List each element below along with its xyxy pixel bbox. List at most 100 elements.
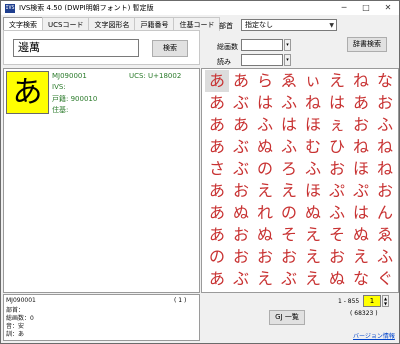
glyph-cell[interactable]: ぬ bbox=[349, 224, 373, 246]
glyph-cell[interactable]: ひ bbox=[325, 136, 349, 158]
strokes-spin-icon[interactable]: ▾ bbox=[284, 39, 291, 51]
glyph-cell[interactable]: の bbox=[205, 246, 229, 268]
glyph-cell[interactable]: さ bbox=[205, 158, 229, 180]
glyph-cell[interactable]: え bbox=[325, 70, 349, 92]
glyph-cell[interactable]: ぬ bbox=[301, 202, 325, 224]
glyph-cell[interactable]: お bbox=[277, 246, 301, 268]
glyph-cell[interactable]: ふ bbox=[301, 158, 325, 180]
glyph-cell[interactable]: な bbox=[349, 268, 373, 290]
glyph-cell[interactable]: ぶ bbox=[229, 92, 253, 114]
glyph-cell[interactable]: あ bbox=[205, 136, 229, 158]
glyph-cell[interactable]: お bbox=[229, 246, 253, 268]
glyph-cell[interactable]: あ bbox=[205, 70, 229, 92]
version-info-link[interactable]: バージョン情報 bbox=[353, 331, 395, 340]
strokes-input[interactable] bbox=[241, 39, 283, 51]
glyph-cell[interactable]: ね bbox=[373, 136, 397, 158]
glyph-cell[interactable]: お bbox=[349, 114, 373, 136]
glyph-cell[interactable]: ぷ bbox=[325, 180, 349, 202]
close-button[interactable]: ✕ bbox=[377, 1, 399, 15]
glyph-cell[interactable]: ぬ bbox=[253, 224, 277, 246]
glyph-cell[interactable]: ほ bbox=[301, 180, 325, 202]
glyph-cell[interactable]: そ bbox=[277, 224, 301, 246]
glyph-cell[interactable]: ぶ bbox=[229, 268, 253, 290]
glyph-cell[interactable]: ろ bbox=[277, 158, 301, 180]
glyph-cell[interactable]: ゑ bbox=[277, 70, 301, 92]
glyph-cell[interactable]: お bbox=[229, 180, 253, 202]
page-spin-icon[interactable]: ▲ ▼ bbox=[382, 295, 389, 307]
glyph-cell[interactable]: あ bbox=[205, 202, 229, 224]
glyph-cell[interactable]: ね bbox=[373, 158, 397, 180]
glyph-cell[interactable]: ね bbox=[349, 70, 373, 92]
glyph-cell[interactable]: は bbox=[277, 114, 301, 136]
reading-input[interactable] bbox=[241, 54, 283, 66]
glyph-cell[interactable]: あ bbox=[205, 92, 229, 114]
glyph-cell[interactable]: は bbox=[253, 92, 277, 114]
glyph-cell[interactable]: え bbox=[277, 180, 301, 202]
glyph-cell[interactable]: ね bbox=[301, 92, 325, 114]
glyph-cell[interactable]: ぃ bbox=[301, 70, 325, 92]
search-button[interactable]: 検索 bbox=[152, 40, 188, 57]
glyph-cell[interactable]: お bbox=[325, 158, 349, 180]
glyph-cell[interactable]: ほ bbox=[349, 158, 373, 180]
reading-spin-icon[interactable]: ▾ bbox=[284, 54, 291, 66]
tab-glyph-name[interactable]: 文字図形名 bbox=[88, 17, 136, 31]
glyph-cell[interactable]: ふ bbox=[373, 246, 397, 268]
glyph-cell[interactable]: ふ bbox=[325, 202, 349, 224]
glyph-cell[interactable]: ぬ bbox=[325, 268, 349, 290]
glyph-cell[interactable]: あ bbox=[229, 70, 253, 92]
glyph-cell[interactable]: ぇ bbox=[325, 114, 349, 136]
radical-select[interactable]: 指定なし ▼ bbox=[241, 19, 337, 31]
glyph-cell[interactable]: む bbox=[301, 136, 325, 158]
search-input[interactable]: 邊萬 bbox=[13, 39, 139, 57]
glyph-cell[interactable]: ぷ bbox=[349, 180, 373, 202]
glyph-cell[interactable]: ね bbox=[349, 136, 373, 158]
glyph-cell[interactable]: あ bbox=[229, 114, 253, 136]
glyph-cell[interactable]: の bbox=[277, 202, 301, 224]
glyph-cell[interactable]: あ bbox=[349, 92, 373, 114]
glyph-cell[interactable]: お bbox=[253, 246, 277, 268]
gj-list-button[interactable]: GJ 一覧 bbox=[269, 310, 305, 325]
glyph-cell[interactable]: え bbox=[349, 246, 373, 268]
glyph-cell[interactable]: ゑ bbox=[373, 224, 397, 246]
glyph-cell[interactable]: あ bbox=[205, 268, 229, 290]
glyph-cell[interactable]: ぶ bbox=[229, 136, 253, 158]
glyph-cell[interactable]: は bbox=[325, 92, 349, 114]
glyph-cell[interactable]: ぶ bbox=[229, 158, 253, 180]
dictionary-search-button[interactable]: 辞書検索 bbox=[347, 37, 387, 52]
glyph-cell[interactable]: あ bbox=[205, 114, 229, 136]
minimize-button[interactable]: ─ bbox=[333, 1, 355, 15]
tab-juki-code[interactable]: 住基コード bbox=[173, 17, 221, 31]
tab-ucs-code[interactable]: UCSコード bbox=[42, 17, 90, 31]
glyph-cell[interactable]: ぬ bbox=[229, 202, 253, 224]
glyph-cell[interactable]: ぐ bbox=[373, 268, 397, 290]
glyph-cell[interactable]: ん bbox=[373, 202, 397, 224]
glyph-cell[interactable]: え bbox=[253, 268, 277, 290]
glyph-cell[interactable]: ふ bbox=[373, 114, 397, 136]
glyph-cell[interactable]: お bbox=[373, 92, 397, 114]
glyph-cell[interactable]: あ bbox=[205, 180, 229, 202]
glyph-cell[interactable]: は bbox=[349, 202, 373, 224]
glyph-cell[interactable]: な bbox=[373, 70, 397, 92]
glyph-cell[interactable]: え bbox=[301, 224, 325, 246]
glyph-cell[interactable]: お bbox=[325, 246, 349, 268]
glyph-cell[interactable]: ら bbox=[253, 70, 277, 92]
glyph-cell[interactable]: あ bbox=[205, 224, 229, 246]
glyph-cell[interactable]: ふ bbox=[277, 136, 301, 158]
glyph-cell[interactable]: れ bbox=[253, 202, 277, 224]
page-number-input[interactable]: 1 bbox=[363, 295, 381, 307]
glyph-cell[interactable]: え bbox=[301, 268, 325, 290]
glyph-cell[interactable]: そ bbox=[325, 224, 349, 246]
glyph-cell[interactable]: お bbox=[373, 180, 397, 202]
glyph-cell[interactable]: ぶ bbox=[277, 268, 301, 290]
glyph-cell[interactable]: ぬ bbox=[253, 136, 277, 158]
glyph-cell[interactable]: え bbox=[253, 180, 277, 202]
glyph-cell[interactable]: ふ bbox=[277, 92, 301, 114]
tab-char-search[interactable]: 文字検索 bbox=[3, 17, 43, 31]
glyph-cell[interactable]: ふ bbox=[253, 114, 277, 136]
maximize-button[interactable]: □ bbox=[355, 1, 377, 15]
tab-koseki-number[interactable]: 戸籍番号 bbox=[134, 17, 175, 31]
glyph-cell[interactable]: お bbox=[229, 224, 253, 246]
glyph-cell[interactable]: ほ bbox=[301, 114, 325, 136]
glyph-cell[interactable]: の bbox=[253, 158, 277, 180]
glyph-cell[interactable]: え bbox=[301, 246, 325, 268]
